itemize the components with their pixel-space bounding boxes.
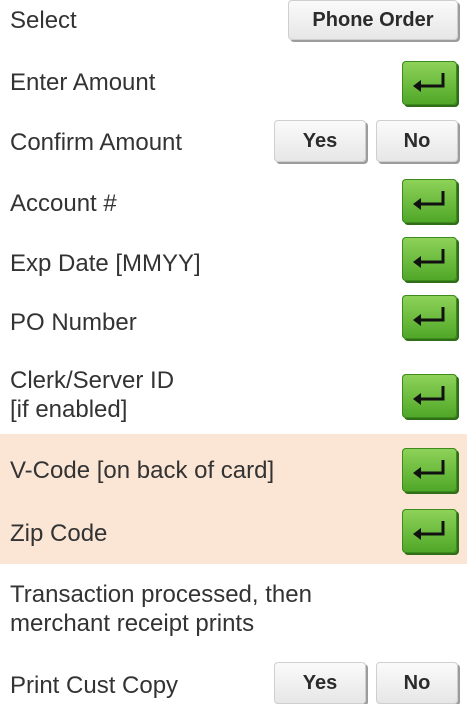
confirm-amount-no-button[interactable]: No <box>376 120 458 162</box>
step-enter-amount-label: Enter Amount <box>10 69 156 96</box>
enter-key-icon <box>412 307 444 326</box>
v-code-enter-button[interactable] <box>402 448 457 492</box>
step-print-cust-copy-label: Print Cust Copy <box>10 672 179 699</box>
step-v-code-label: V-Code [on back of card] <box>10 457 275 484</box>
merchant-receipt-text: merchant receipt prints <box>10 610 255 637</box>
print-cust-copy-no-button[interactable]: No <box>376 662 458 704</box>
po-number-enter-button[interactable] <box>402 295 457 339</box>
phone-order-button[interactable]: Phone Order <box>288 0 458 40</box>
account-number-enter-button[interactable] <box>402 179 457 223</box>
transaction-processed-text: Transaction processed, then <box>10 581 312 608</box>
enter-amount-enter-button[interactable] <box>402 61 457 105</box>
print-cust-copy-yes-button[interactable]: Yes <box>274 662 366 704</box>
step-po-number-label: PO Number <box>10 309 137 336</box>
step-clerk-server-id-label: Clerk/Server ID <box>10 367 175 394</box>
step-select-label: Select <box>10 7 77 34</box>
enter-key-icon <box>412 460 444 479</box>
zip-code-enter-button[interactable] <box>402 509 457 553</box>
step-zip-code-label: Zip Code <box>10 520 108 547</box>
exp-date-enter-button[interactable] <box>402 237 457 281</box>
step-clerk-server-id-note: [if enabled] <box>10 396 128 423</box>
step-exp-date-label: Exp Date [MMYY] <box>10 250 201 277</box>
enter-key-icon <box>412 249 444 268</box>
enter-key-icon <box>412 521 444 540</box>
enter-key-icon <box>412 191 444 210</box>
clerk-server-id-enter-button[interactable] <box>402 374 457 418</box>
step-account-number-label: Account # <box>10 190 117 217</box>
step-confirm-amount-label: Confirm Amount <box>10 129 183 156</box>
enter-key-icon <box>412 73 444 92</box>
confirm-amount-yes-button[interactable]: Yes <box>274 120 366 162</box>
enter-key-icon <box>412 386 444 405</box>
